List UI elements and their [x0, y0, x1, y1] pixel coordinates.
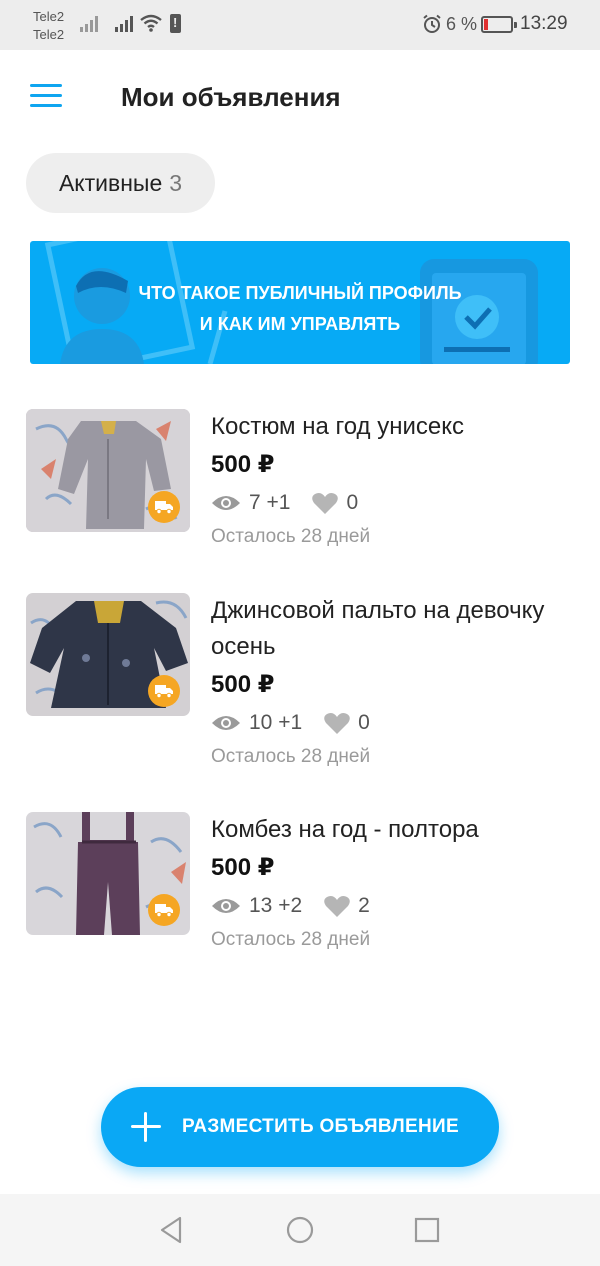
listing-price: 500 ₽ — [211, 671, 275, 698]
heart-icon — [324, 712, 350, 734]
views-count: 10 +1 — [249, 711, 303, 734]
listing-price: 500 ₽ — [211, 451, 275, 478]
recent-apps-icon[interactable] — [411, 1214, 443, 1246]
eye-icon — [212, 716, 240, 730]
listing-card[interactable]: Джинсовой пальто на девочку осень 500 ₽ … — [26, 593, 586, 773]
listing-stats: 13 +2 2 — [211, 888, 581, 924]
favorites-count: 0 — [358, 711, 370, 734]
status-bar: Tele2 Tele2 6 % 13:29 — [0, 0, 600, 50]
listing-title: Комбез на год - полтора — [211, 816, 479, 843]
system-nav-bar — [0, 1194, 600, 1266]
banner-text: ЧТО ТАКОЕ ПУБЛИЧНЫЙ ПРОФИЛЬ И КАК ИМ УПР… — [30, 278, 570, 340]
battery-percent: 6 % — [446, 14, 478, 34]
listing-info: Комбез на год - полтора 500 ₽ 13 +2 2 Ос… — [211, 812, 581, 956]
favorites-count: 0 — [346, 491, 359, 514]
banner-text-line-2: И КАК ИМ УПРАВЛЯТЬ — [199, 314, 401, 334]
signal-2-icon — [115, 14, 133, 32]
filter-chip-label: Активные — [58, 169, 163, 196]
listing-remaining: Осталось 28 дней — [211, 526, 371, 547]
eye-icon — [212, 899, 240, 913]
alarm-icon — [423, 14, 441, 33]
listing-photo[interactable] — [26, 593, 190, 716]
clock: 13:29 — [520, 13, 568, 34]
filter-chip-count: 3 — [169, 169, 183, 196]
battery-icon — [481, 16, 517, 33]
listing-remaining: Осталось 28 дней — [211, 929, 371, 950]
listing-info: Джинсовой пальто на девочку осень 500 ₽ … — [211, 593, 581, 773]
listing-price: 500 ₽ — [211, 854, 275, 881]
eye-icon — [212, 496, 240, 510]
favorites-count: 2 — [358, 894, 370, 917]
views-count: 13 +2 — [249, 894, 303, 917]
carrier-names: Tele2 Tele2 — [33, 8, 64, 44]
delivery-truck-icon — [148, 491, 180, 523]
filter-chip-active[interactable]: Активные 3 — [26, 153, 215, 213]
listing-card[interactable]: Костюм на год унисекс 500 ₽ 7 +1 0 Остал… — [26, 409, 586, 559]
delivery-truck-icon — [148, 675, 180, 707]
listing-info: Костюм на год унисекс 500 ₽ 7 +1 0 Остал… — [211, 409, 581, 553]
delivery-truck-icon — [148, 894, 180, 926]
plus-icon — [131, 1112, 161, 1142]
heart-icon — [312, 492, 339, 514]
hamburger-menu-icon[interactable] — [30, 82, 64, 110]
listing-stats: 10 +1 0 — [211, 705, 581, 741]
banner-text-line-1: ЧТО ТАКОЕ ПУБЛИЧНЫЙ ПРОФИЛЬ — [138, 283, 462, 303]
back-icon[interactable] — [156, 1214, 188, 1246]
post-ad-button-label: РАЗМЕСТИТЬ ОБЪЯВЛЕНИЕ — [182, 1116, 459, 1137]
post-ad-button[interactable]: РАЗМЕСТИТЬ ОБЪЯВЛЕНИЕ — [101, 1087, 499, 1167]
listing-photo[interactable] — [26, 812, 190, 935]
signal-1-icon — [80, 14, 98, 32]
carrier-1: Tele2 — [33, 9, 65, 24]
page-title: Мои объявления — [121, 82, 341, 112]
listing-title: Костюм на год унисекс — [211, 413, 464, 440]
public-profile-banner[interactable]: ЧТО ТАКОЕ ПУБЛИЧНЫЙ ПРОФИЛЬ И КАК ИМ УПР… — [30, 241, 570, 364]
listing-title: Джинсовой пальто на девочку осень — [211, 597, 545, 660]
home-icon[interactable] — [284, 1214, 316, 1246]
views-count: 7 +1 — [249, 491, 291, 514]
listing-photo[interactable] — [26, 409, 190, 532]
listing-remaining: Осталось 28 дней — [211, 746, 371, 767]
carrier-2: Tele2 — [33, 27, 65, 42]
wifi-icon — [140, 14, 162, 32]
heart-icon — [324, 895, 350, 917]
listing-stats: 7 +1 0 — [211, 485, 581, 521]
listing-card[interactable]: Комбез на год - полтора 500 ₽ 13 +2 2 Ос… — [26, 812, 586, 962]
battery-alert-icon — [170, 14, 181, 33]
